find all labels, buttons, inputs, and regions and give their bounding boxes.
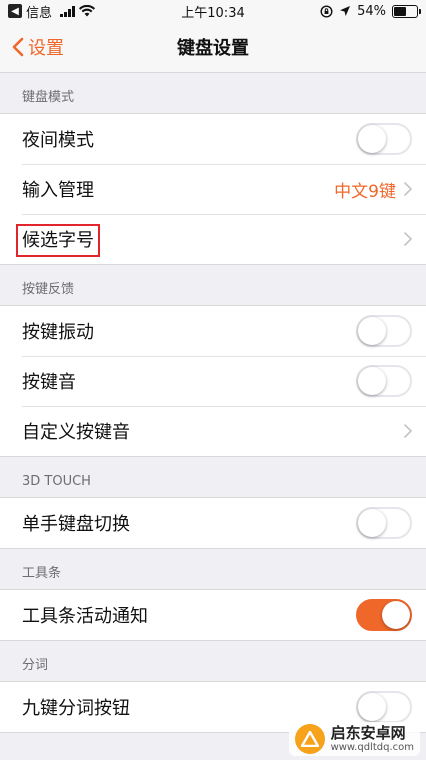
back-app-label[interactable]: 信息 [26,2,52,21]
highlighted-label: 候选字号 [16,224,100,257]
watermark-name: 启东安卓网 [330,724,406,743]
battery-icon [392,4,421,18]
chevron-right-icon [404,182,412,196]
row-label-text: 九键分词按钮 [22,698,130,719]
navigation-bar: 设置 键盘设置 [0,22,426,73]
row-label: 夜间模式 [22,126,356,152]
section-header: 按键反馈 [22,282,75,297]
row-label: 自定义按键音 [22,418,404,444]
battery-fill [394,6,406,16]
watermark-logo-icon [294,724,325,754]
row-label: 候选字号 [16,224,404,257]
back-button[interactable]: 设置 [0,22,64,72]
settings-row: 工具条活动通知 [0,590,426,640]
location-icon [340,6,351,16]
toggle-switch[interactable] [356,365,412,397]
toggle-knob [358,317,386,345]
row-label-text: 自定义按键音 [22,422,130,443]
watermark-url: www.qdltdq.com [330,741,414,753]
toggle-knob [358,367,386,395]
row-label-text: 按键音 [22,372,76,393]
chevron-left-icon [12,37,24,57]
back-label: 设置 [28,38,64,59]
row-label-text: 工具条活动通知 [22,606,148,627]
toggle-switch[interactable] [356,507,412,539]
toggle-switch[interactable] [356,123,412,155]
orientation-lock-icon [320,4,333,18]
settings-row: 按键振动 [0,306,426,356]
row-label: 输入管理 [22,176,334,202]
toggle-knob [382,601,410,629]
settings-row: 夜间模式 [0,114,426,164]
chevron-right-icon [404,424,412,438]
watermark: 启东安卓网 www.qdltdq.com [288,722,420,756]
wifi-icon [79,5,96,17]
row-label-text: 夜间模式 [22,130,94,151]
section-header: 分词 [22,658,49,673]
row-label: 按键音 [22,368,356,394]
toggle-switch[interactable] [356,599,412,631]
settings-group: 工具条活动通知 [0,589,426,641]
settings-group: 夜间模式输入管理 中文9键候选字号 [0,113,426,265]
settings-list: 键盘模式夜间模式输入管理 中文9键候选字号按键反馈按键振动按键音自定义按键音 3D … [0,73,426,733]
row-label-text: 单手键盘切换 [22,514,130,535]
settings-row: 按键音 [0,356,426,406]
toggle-knob [358,509,386,537]
status-right: 54% [320,3,421,19]
settings-group: 按键振动按键音自定义按键音 [0,305,426,457]
section-header: 工具条 [22,566,62,581]
battery-percent: 54% [357,3,386,19]
toggle-switch[interactable] [356,691,412,723]
settings-row[interactable]: 输入管理 中文9键 [0,164,426,214]
row-label-text: 输入管理 [22,180,94,201]
row-label: 九键分词按钮 [22,694,356,720]
row-label: 工具条活动通知 [22,602,356,628]
row-value: 中文9键 [334,181,396,202]
settings-row[interactable]: 候选字号 [0,214,426,264]
status-left: ◀ 信息 [8,2,96,21]
chevron-right-icon [404,232,412,246]
section-header: 3D TOUCH [22,474,91,489]
row-label: 按键振动 [22,318,356,344]
toggle-knob [358,693,386,721]
row-label-text: 按键振动 [22,322,94,343]
status-bar: ◀ 信息 上午10:34 54% [0,0,426,22]
toggle-switch[interactable] [356,315,412,347]
section-header: 键盘模式 [22,90,75,105]
row-label: 单手键盘切换 [22,510,356,536]
settings-group: 单手键盘切换 [0,497,426,549]
status-time: 上午10:34 [181,5,245,21]
toggle-knob [358,125,386,153]
back-to-app-icon[interactable]: ◀ [8,4,22,18]
settings-row: 单手键盘切换 [0,498,426,548]
cellular-signal-icon [60,5,76,17]
settings-row[interactable]: 自定义按键音 [0,406,426,456]
